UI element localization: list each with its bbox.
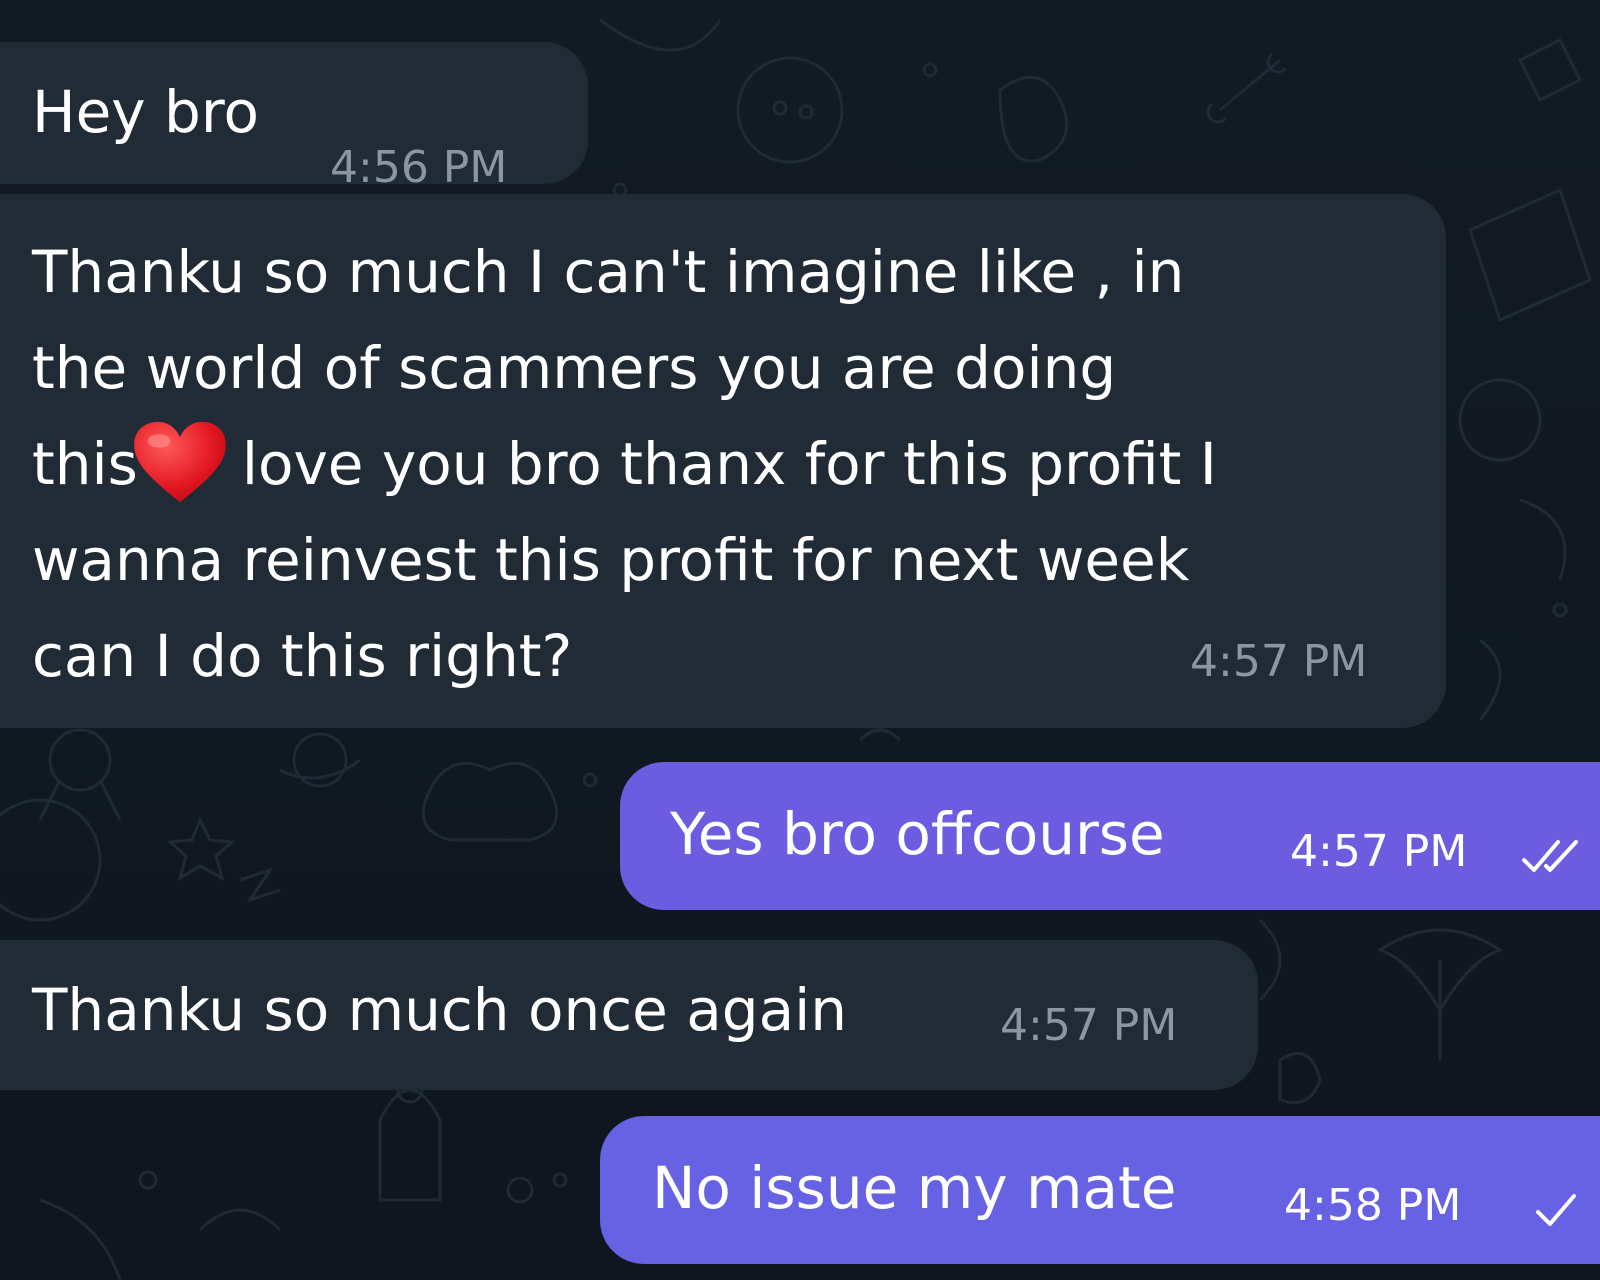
double-check-icon (1522, 840, 1578, 872)
message-bubble-incoming[interactable]: Thanku so much I can't imagine like , in… (0, 194, 1446, 728)
message-text: Yes bro offcourse (670, 800, 1165, 868)
message-time: 4:57 PM (1190, 636, 1368, 687)
chat-area[interactable]: Hey bro 4:56 PM Thanku so much I can't i… (0, 0, 1600, 1280)
message-text: No issue my mate (652, 1154, 1177, 1222)
message-line-part: this (32, 430, 138, 498)
red-heart-emoji-icon (134, 421, 226, 502)
message-time: 4:56 PM (330, 142, 508, 193)
message-line: the world of scammers you are doing (32, 334, 1117, 402)
message-line: Thanku so much I can't imagine like , in (32, 238, 1185, 306)
message-line-part: love you bro thanx for this profit I (241, 430, 1217, 498)
message-time: 4:57 PM (1290, 826, 1468, 877)
single-check-icon (1536, 1194, 1576, 1226)
message-bubble-incoming[interactable]: Thanku so much once again 4:57 PM (0, 940, 1258, 1090)
message-bubble-incoming[interactable]: Hey bro 4:56 PM (0, 42, 588, 193)
message-line: this love you bro thanx for this profit I (32, 416, 1217, 512)
message-bubble-outgoing[interactable]: No issue my mate 4:58 PM (600, 1116, 1600, 1264)
message-text: Hey bro (32, 78, 259, 146)
message-time: 4:58 PM (1284, 1180, 1462, 1231)
message-text: Thanku so much once again (32, 976, 848, 1044)
message-line: can I do this right? (32, 622, 573, 690)
message-line: wanna reinvest this profit for next week (32, 526, 1190, 594)
message-bubble-outgoing[interactable]: Yes bro offcourse 4:57 PM (620, 762, 1600, 910)
message-time: 4:57 PM (1000, 1000, 1178, 1051)
message-text: Thanku so much I can't imagine like , in… (32, 224, 1217, 704)
